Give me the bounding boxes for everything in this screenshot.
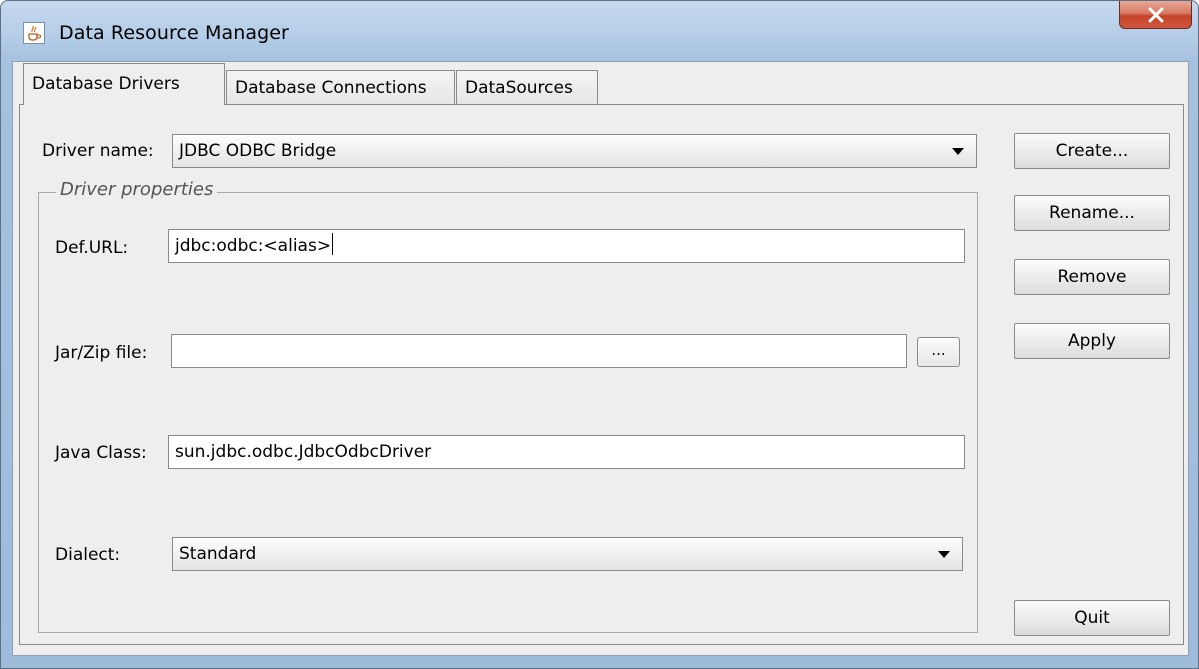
tab-datasources[interactable]: DataSources [456, 70, 598, 104]
driver-name-combobox[interactable]: JDBC ODBC Bridge [172, 134, 977, 168]
java-class-value: sun.jdbc.odbc.JdbcOdbcDriver [175, 442, 432, 462]
apply-button[interactable]: Apply [1014, 323, 1170, 359]
remove-button[interactable]: Remove [1014, 259, 1170, 295]
dialect-value: Standard [179, 544, 257, 564]
browse-button[interactable]: ... [917, 337, 960, 367]
driver-name-label: Driver name: [42, 141, 154, 161]
title-bar[interactable]: Data Resource Manager [1, 1, 1198, 59]
text-caret [332, 233, 334, 255]
close-x-icon [1148, 7, 1164, 23]
close-button[interactable] [1119, 1, 1192, 29]
def-url-value: jdbc:odbc:<alias> [175, 236, 332, 256]
window: Data Resource Manager Database Drivers D… [0, 0, 1199, 669]
java-class-field[interactable]: sun.jdbc.odbc.JdbcOdbcDriver [168, 435, 965, 469]
create-button[interactable]: Create... [1014, 133, 1170, 169]
driver-name-value: JDBC ODBC Bridge [179, 141, 337, 161]
def-url-field[interactable]: jdbc:odbc:<alias> [168, 229, 965, 263]
dialect-label: Dialect: [55, 545, 121, 565]
chevron-down-icon [952, 148, 964, 155]
rename-button[interactable]: Rename... [1014, 195, 1170, 231]
java-cup-icon[interactable] [23, 22, 45, 44]
jar-zip-label: Jar/Zip file: [55, 343, 148, 363]
tab-database-drivers[interactable]: Database Drivers [23, 63, 225, 105]
java-class-label: Java Class: [55, 443, 147, 463]
dialect-combobox[interactable]: Standard [172, 537, 963, 571]
quit-button[interactable]: Quit [1014, 600, 1170, 636]
chevron-down-icon [938, 551, 950, 558]
window-title: Data Resource Manager [59, 22, 289, 44]
def-url-label: Def.URL: [55, 238, 129, 258]
tab-database-connections[interactable]: Database Connections [226, 70, 455, 104]
jar-zip-field[interactable] [171, 334, 907, 368]
driver-properties-title: Driver properties [56, 179, 218, 200]
